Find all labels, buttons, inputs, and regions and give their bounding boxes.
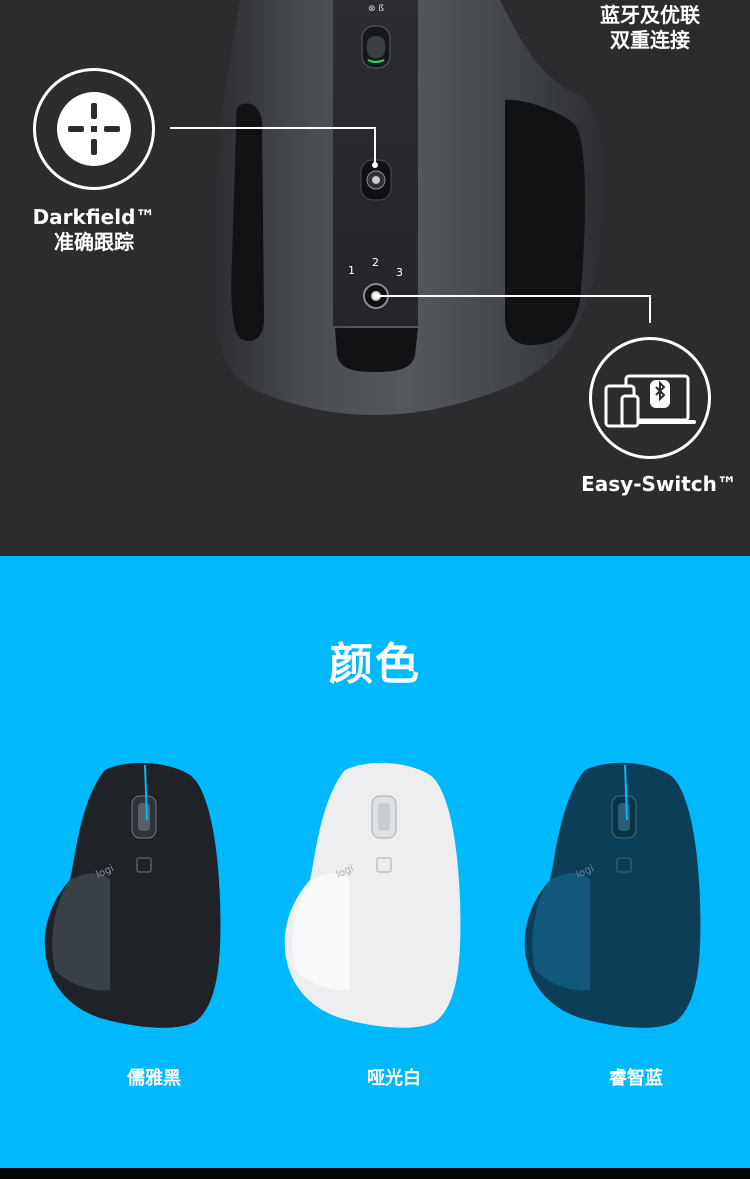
colors-section-title: 颜色 (329, 639, 421, 690)
footer-bar (0, 1168, 750, 1179)
feature-section: ⊗ ß 1 2 3 蓝牙及优联 双重连接 Darkfield™ 准确跟踪 Eas… (0, 0, 750, 556)
channel-label-1: 1 (348, 264, 355, 277)
crosshair-icon (57, 92, 131, 166)
darkfield-badge (33, 68, 155, 190)
channel-label-2: 2 (372, 256, 379, 269)
darkfield-label-line2: 准确跟踪 (54, 230, 134, 254)
bluetooth-label-line1: 蓝牙及优联 (600, 3, 700, 27)
mouse-pale-gray[interactable]: logi (280, 760, 470, 1035)
mouse-midnight-teal[interactable]: logi (520, 760, 710, 1035)
darkfield-label: Darkfield™ 准确跟踪 (14, 205, 174, 255)
color-option-graphite-label[interactable]: 儒雅黑 (74, 1064, 234, 1090)
mouse-graphite[interactable]: logi (40, 760, 230, 1035)
bluetooth-dual-connect-label: 蓝牙及优联 双重连接 (560, 3, 740, 53)
devices-bluetooth-icon (604, 374, 696, 428)
color-option-pale-gray-label[interactable]: 哑光白 (314, 1064, 474, 1090)
darkfield-label-line1: Darkfield™ (32, 205, 156, 229)
easy-switch-label: Easy-Switch™ (581, 472, 737, 496)
channel-label-3: 3 (396, 266, 403, 279)
color-option-midnight-teal-label[interactable]: 睿智蓝 (556, 1064, 716, 1090)
svg-text:⊗ ß: ⊗ ß (368, 4, 384, 14)
easy-switch-badge (589, 337, 711, 459)
bluetooth-label-line2: 双重连接 (610, 28, 690, 52)
